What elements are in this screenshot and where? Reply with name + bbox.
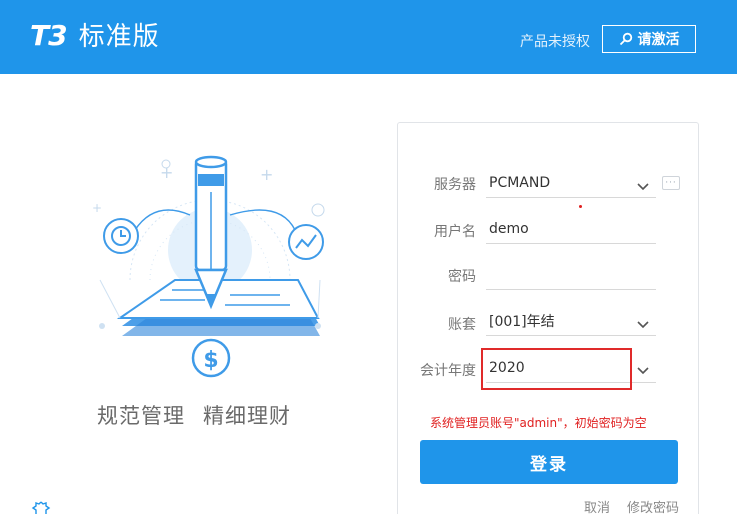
username-label: 用户名 [434,224,476,240]
username-value: demo [489,220,529,237]
password-label: 密码 [448,269,476,285]
account-label: 账套 [448,317,476,333]
activate-label: 请激活 [637,32,680,48]
slogan-left: 规范管理 [97,404,185,428]
account-chevron-down-icon[interactable] [636,320,650,330]
more-dots-icon: ··· [665,177,677,188]
username-field[interactable]: demo [486,214,656,244]
login-button[interactable]: 登录 [420,440,678,484]
activate-button[interactable]: 请激活 [602,25,696,53]
cancel-link[interactable]: 取消 [584,497,610,514]
server-chevron-down-icon[interactable] [636,182,650,192]
fiscal-year-chevron-down-icon[interactable] [636,366,650,376]
server-select[interactable]: PCMAND [486,168,656,198]
server-more-button[interactable]: ··· [662,176,680,190]
account-value: [001]年结 [489,313,555,330]
svg-text:+: + [92,201,102,215]
gear-icon[interactable] [30,500,52,514]
svg-text:$: $ [203,348,218,373]
account-select[interactable]: [001]年结 [486,306,656,336]
red-marker [579,205,582,208]
slogan-right: 精细理财 [203,404,291,428]
change-password-link[interactable]: 修改密码 [627,497,679,514]
pencil-finance-illustration: + + + $ [92,155,325,378]
app-header: T3 标准版 产品未授权 请激活 [0,0,737,74]
svg-text:+: + [260,165,273,184]
logo-edition: 标准版 [78,22,160,52]
logo-mark: T3 [30,19,68,52]
app-logo: T3 标准版 [30,16,160,53]
password-input[interactable] [489,266,656,283]
server-label: 服务器 [434,177,476,193]
key-icon [619,32,632,46]
server-value: PCMAND [489,174,551,191]
slogan: 规范管理 精细理财 [97,400,291,430]
fiscal-year-label: 会计年度 [420,363,476,379]
password-field[interactable] [486,260,656,290]
license-status: 产品未授权 [520,34,590,50]
admin-hint: 系统管理员账号"admin"，初始密码为空 [430,416,647,430]
fiscal-year-highlight-box [481,348,632,390]
